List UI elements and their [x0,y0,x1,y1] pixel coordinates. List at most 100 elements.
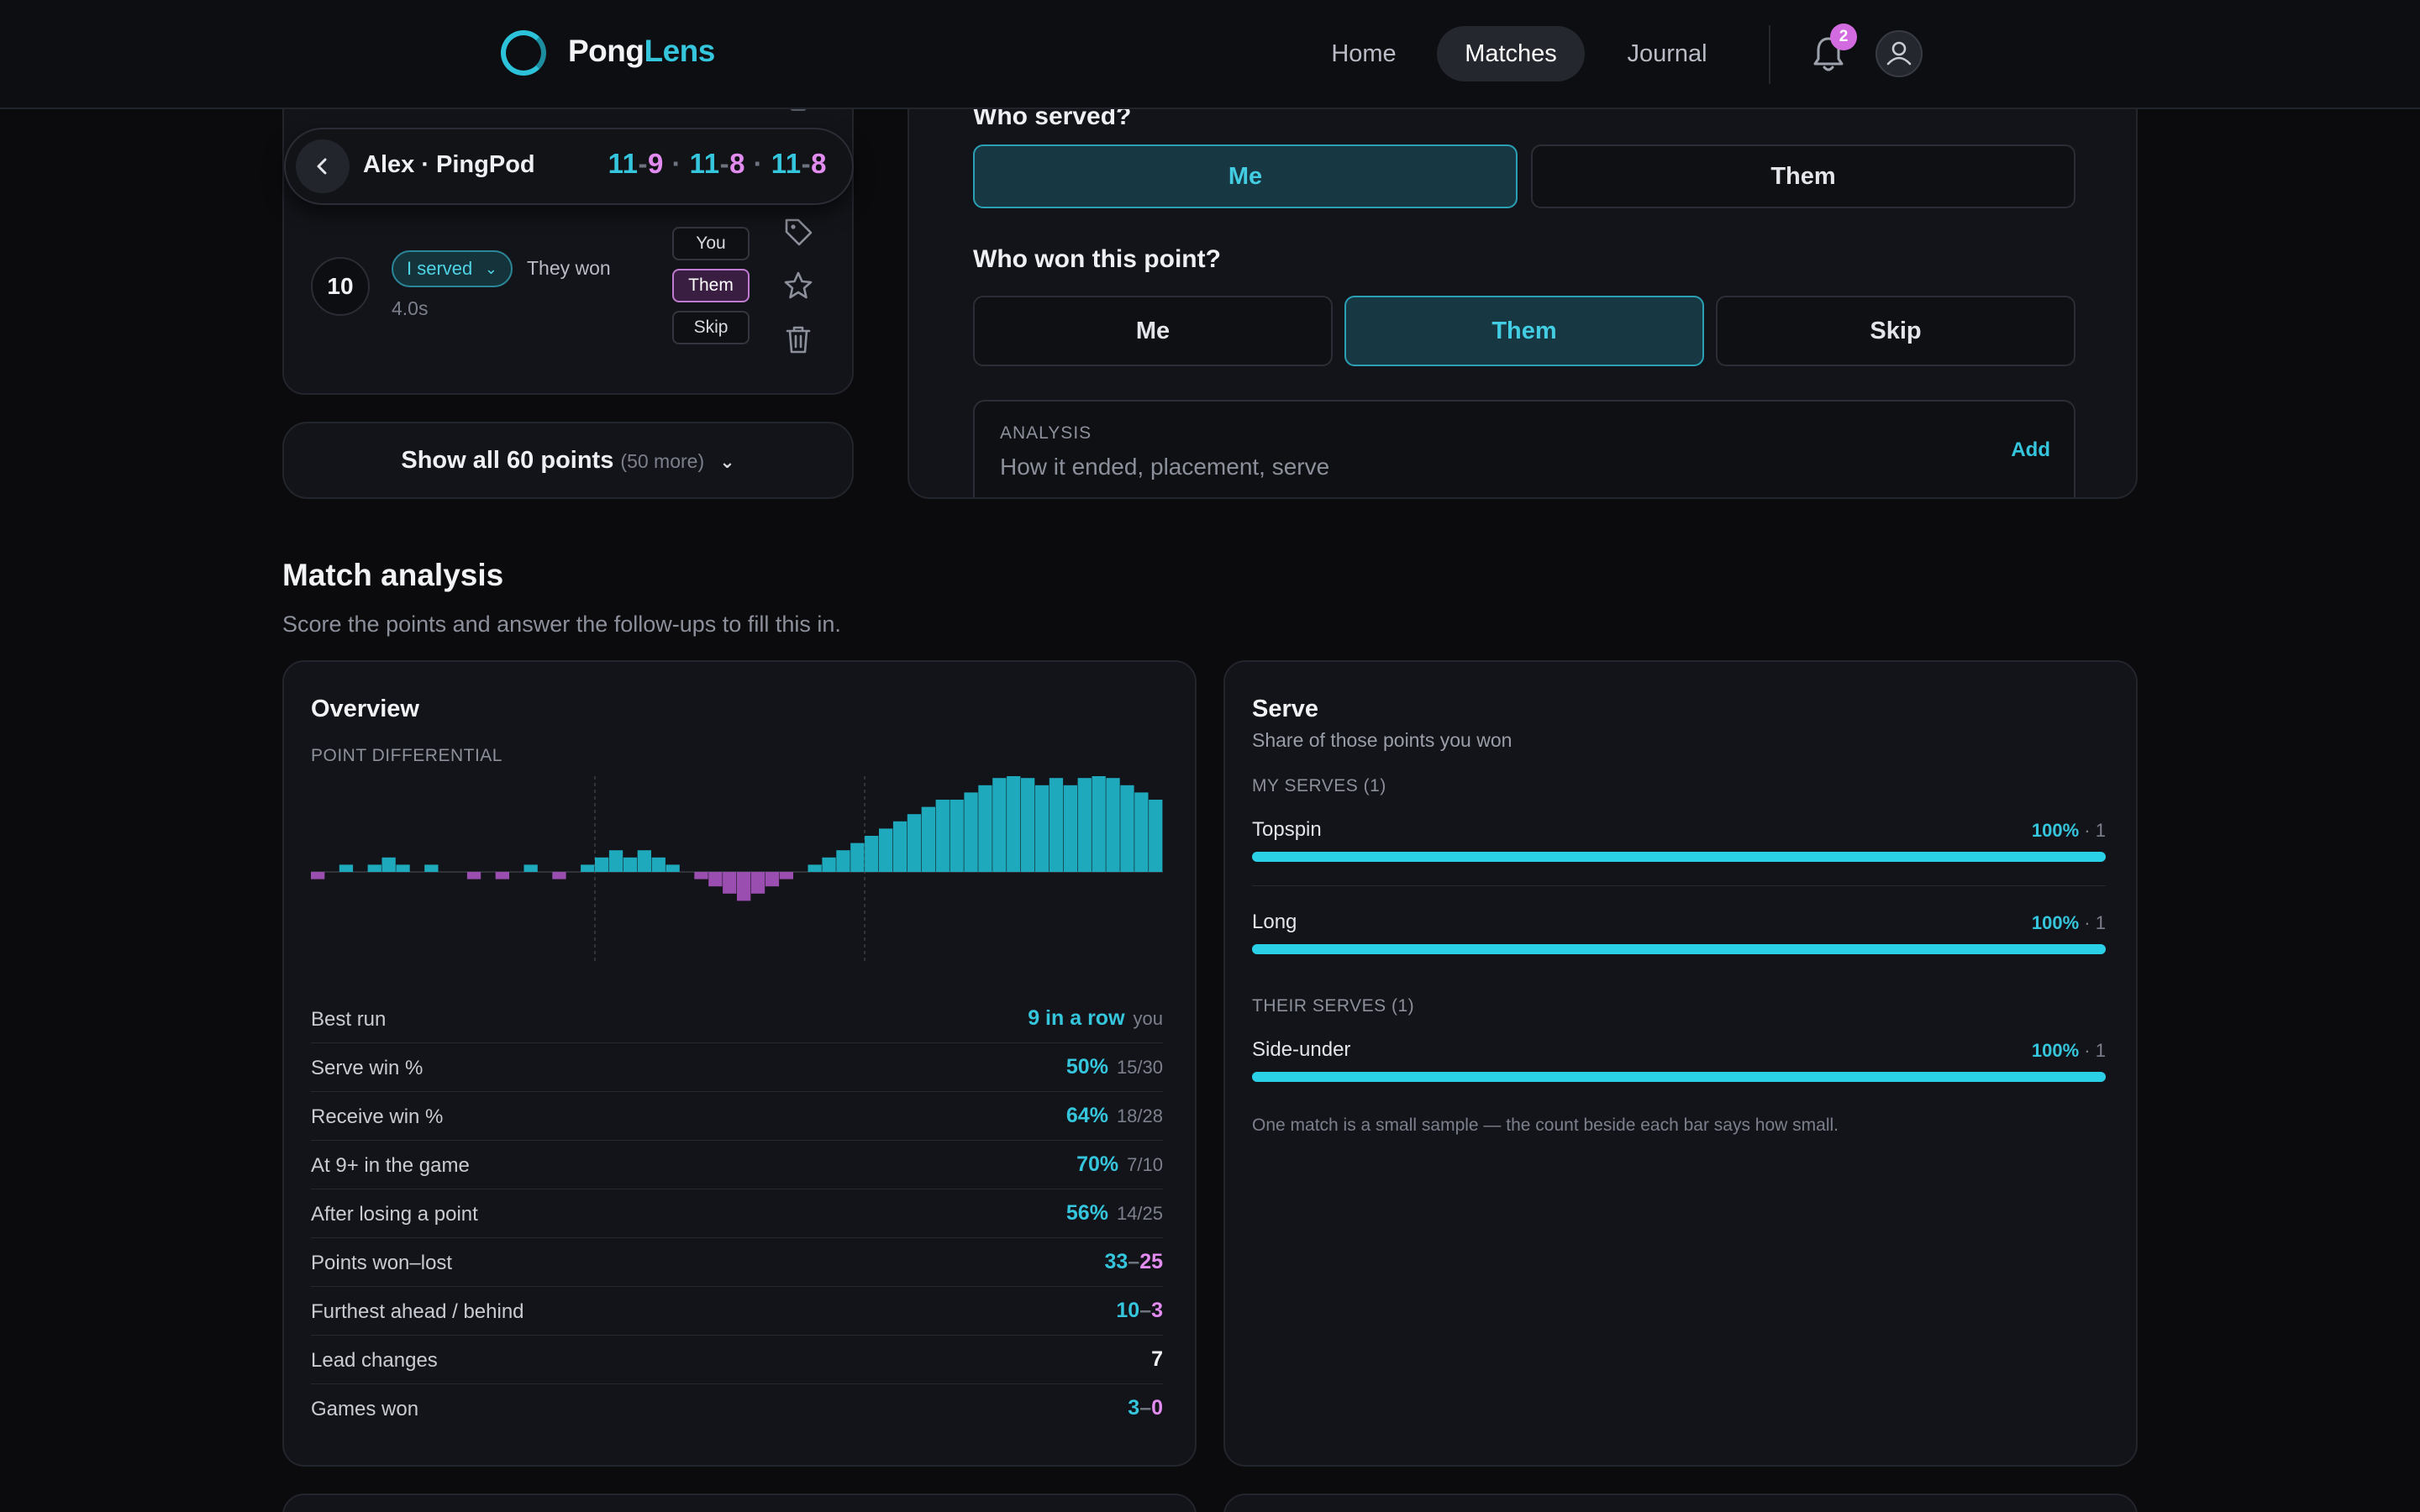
match-score: 11-9 · 11-8 · 11-8 [608,148,827,179]
differential-bar [608,850,623,872]
stat-sub: 7/10 [1127,1154,1163,1175]
differential-bar [850,843,865,872]
point-duration: 4.0s [392,297,429,319]
overview-card: Overview POINT DIFFERENTIAL Best run 9 in… [282,660,1197,1467]
stat-label: Serve win % [311,1057,424,1079]
served-them-option[interactable]: Them [1531,144,2075,208]
bar-count: 1 [2095,1040,2106,1061]
stat-label: Points won–lost [311,1252,453,1274]
answer-them-button[interactable]: Them [672,269,750,302]
stat-row: Best run 9 in a row you [311,995,1163,1043]
user-icon [1886,41,1912,66]
bar-pct: 100% [2031,912,2080,933]
divider [1252,885,2106,886]
bar-pct: 100% [2031,820,2080,841]
differential-bar [822,857,836,872]
bar-name: Long [1252,911,1297,933]
won-skip-option[interactable]: Skip [1716,296,2075,366]
next-card-left [282,1494,1197,1512]
differential-bar [381,857,396,872]
answer-you-button[interactable]: You [672,227,750,260]
won-me-option[interactable]: Me [973,296,1333,366]
game-1-them: 9 [647,148,664,179]
game-2-them: 8 [729,148,745,179]
differential-bar [311,872,325,879]
notification-badge: 2 [1830,24,1857,50]
stat-label: Best run [311,1008,387,1031]
served-me-option[interactable]: Me [973,144,1518,208]
stat-sub: 15/30 [1116,1057,1163,1078]
serve-title: Serve [1252,696,1319,722]
won-them-option[interactable]: Them [1344,296,1704,366]
bar-pct: 100% [2031,1040,2080,1061]
chevron-down-icon: ⌄ [484,260,497,277]
differential-bar [808,864,822,872]
differential-bar [666,864,680,872]
star-icon[interactable] [781,269,815,302]
differential-bar [723,872,737,894]
chevron-down-icon: ⌄ [719,451,735,472]
stat-won: 10 [1116,1299,1140,1322]
differential-bar [1077,778,1092,872]
differential-bar [1021,778,1035,872]
analysis-add-button[interactable]: Add [2011,438,2050,462]
stat-row: Receive win % 64% 18/28 [311,1092,1163,1141]
differential-bar [367,864,381,872]
served-dropdown[interactable]: I served ⌄ [392,250,513,287]
serve-subtitle: Share of those points you won [1252,729,1512,751]
stat-value: 70% [1076,1152,1119,1176]
differential-bar [1134,792,1149,872]
brand-name[interactable]: PongLens [568,34,715,69]
bar-count: 1 [2095,820,2106,841]
nav-divider [1769,25,1770,84]
differential-bar [623,857,638,872]
serve-card: Serve Share of those points you won MY S… [1223,660,2138,1467]
chevron-left-icon [317,158,327,175]
differential-bar [907,814,922,872]
differential-bar [1063,785,1077,872]
differential-bar [1049,778,1064,872]
stat-won: 33 [1104,1250,1128,1273]
differential-bar [339,864,354,872]
stat-label: Lead changes [311,1349,438,1372]
differential-bar [1007,776,1021,872]
stat-row: At 9+ in the game 70% 7/10 [311,1141,1163,1189]
bar-count: 1 [2095,912,2106,933]
brand-part-2: Lens [644,34,715,68]
differential-bar [779,872,793,879]
stat-row: Games won 3–0 [311,1396,1163,1420]
show-all-points-button[interactable]: Show all 60 points (50 more) ⌄ [282,422,854,499]
stat-row: Serve win % 50% 15/30 [311,1043,1163,1092]
differential-bar [595,857,609,872]
nav-journal[interactable]: Journal [1607,26,1728,81]
stat-value: 64% [1065,1104,1108,1127]
differential-bar [1034,785,1050,872]
nav-matches[interactable]: Matches [1437,26,1585,81]
user-avatar[interactable] [1876,30,1923,77]
differential-bar [523,864,538,872]
stat-row: Points won–lost 33–25 [311,1238,1163,1287]
section-title: Match analysis [282,558,504,592]
differential-bar [865,836,879,872]
back-button[interactable] [296,139,350,193]
nav-home[interactable]: Home [1311,26,1417,81]
stat-sub: you [1133,1008,1163,1029]
analysis-label: ANALYSIS [1000,423,1092,443]
differential-bar [950,800,964,872]
serve-bar-topspin: Topspin 100% · 1 [1252,818,2106,885]
differential-bar [581,864,595,872]
stat-lost: 25 [1139,1250,1163,1273]
logo-icon[interactable] [501,30,546,76]
differential-bar [694,872,708,879]
serve-bar-long: Long 100% · 1 [1252,911,2106,978]
answer-skip-button[interactable]: Skip [672,311,750,344]
tag-icon[interactable] [781,215,815,249]
stat-label: At 9+ in the game [311,1154,470,1177]
stat-value: 7 [1151,1347,1163,1371]
analysis-field[interactable]: ANALYSIS How it ended, placement, serve … [973,400,2075,497]
show-all-label: Show all 60 points [401,447,614,474]
differential-bar [708,872,723,887]
trash-icon[interactable] [781,323,815,356]
differential-bar [651,857,666,872]
next-card-right [1223,1494,2138,1512]
